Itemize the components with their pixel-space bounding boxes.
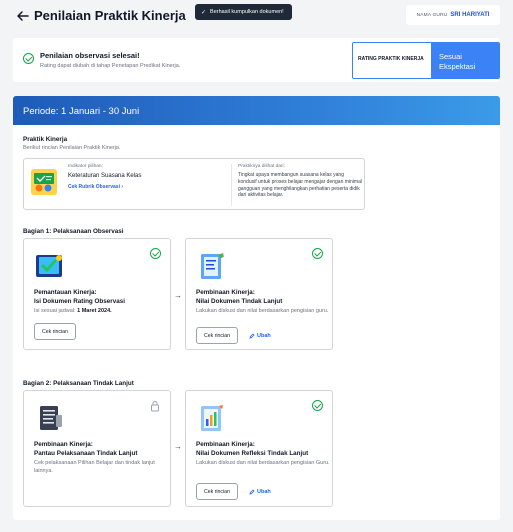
cek-rubrik-link[interactable]: Cek Rubrik Observasi ›: [68, 184, 123, 190]
guru-label: NAMA GURU: [416, 12, 448, 18]
card-desc-date: 1 Maret 2024.: [77, 308, 112, 314]
card-title: Pembinaan Kinerja: Nilai Dokumen Tindak …: [196, 289, 330, 306]
section-title-bagian-1: Bagian 1: Pelaksanaan Observasi: [23, 228, 124, 235]
step-card-pantau-tindak-lanjut: Pembinaan Kinerja: Pantau Pelaksanaan Ti…: [23, 390, 171, 507]
card-title: Pembinaan Kinerja: Pantau Pelaksanaan Ti…: [34, 441, 168, 458]
card-title-line1: Pemantauan Kinerja:: [34, 289, 97, 296]
card-desc-text: Isi sesuai jadwal:: [34, 308, 76, 314]
periode-label: Periode: 1 Januari - 30 Juni: [23, 106, 140, 117]
card-title-line2: Nilai Dokumen Tindak Lanjut: [196, 297, 283, 305]
check-circle-icon: [23, 53, 34, 64]
card-description: Cek pelaksanaan Pilihan Belajar dan tind…: [34, 460, 155, 474]
arrow-right-icon: →: [174, 442, 182, 451]
card-description: Lakukan diskusi dan nilai berdasarkan pe…: [196, 460, 330, 466]
step-card-refleksi-tindak-lanjut: Pembinaan Kinerja: Nilai Dokumen Refleks…: [185, 390, 333, 507]
document-list-icon: [40, 406, 62, 430]
card-title-line2: Nilai Dokumen Refleksi Tindak Lanjut: [196, 449, 309, 457]
check-circle-icon: [150, 248, 161, 259]
rating-label: RATING PRAKTIK KINERJA: [353, 43, 431, 78]
card-title-line1: Pembinaan Kinerja:: [196, 289, 255, 296]
card-title: Pemantauan Kinerja: Isi Dokumen Rating O…: [34, 289, 168, 306]
rating-box: RATING PRAKTIK KINERJA Sesuai Ekspektasi: [352, 42, 500, 79]
pencil-icon: [249, 332, 255, 339]
ubah-link[interactable]: Ubah: [249, 483, 271, 500]
check-circle-icon: [312, 248, 323, 259]
indicator-name: Keteraturan Suasana Kelas: [68, 173, 142, 179]
rating-value: Sesuai Ekspektasi: [431, 43, 499, 78]
card-title-line1: Pembinaan Kinerja:: [34, 441, 93, 448]
cek-rubrik-label: Cek Rubrik Observasi: [68, 184, 120, 190]
check-circle-icon: [312, 400, 323, 411]
cek-rincian-button[interactable]: Cek rincian: [196, 483, 238, 500]
card-description: Lakukan diskusi dan nilai berdasarkan pe…: [196, 308, 329, 314]
guru-name: SRI HARIYATI: [450, 12, 490, 18]
section-title-bagian-2: Bagian 2: Pelaksanaan Tindak Lanjut: [23, 380, 134, 387]
cek-rincian-button[interactable]: Cek rincian: [34, 323, 76, 340]
status-title: Penilaian observasi selesai!: [40, 51, 140, 60]
main-card: Periode: 1 Januari - 30 Juni Praktik Kin…: [13, 96, 500, 520]
card-title-line2: Isi Dokumen Rating Observasi: [34, 297, 125, 305]
top-bar: Penilaian Praktik Kinerja ✓ Berhasil kum…: [0, 0, 513, 32]
divider: [231, 164, 232, 206]
document-chart-icon: [201, 405, 223, 431]
card-title-line2: Pantau Pelaksanaan Tindak Lanjut: [34, 449, 138, 457]
periode-bar: Periode: 1 Januari - 30 Juni: [13, 96, 500, 125]
toast-message: Berhasil kumpulkan dokumen!: [210, 9, 284, 15]
praktik-subtitle: Berikut rincian Penilaian Praktik Kinerj…: [23, 145, 121, 151]
status-subtitle: Rating dapat diubah di tahap Penetapan P…: [40, 63, 181, 69]
page-title: Penilaian Praktik Kinerja: [34, 8, 186, 23]
practice-text: Tingkat upaya membangun suasana kelas ya…: [238, 172, 362, 199]
classroom-illustration-icon: [31, 169, 57, 195]
success-toast: ✓ Berhasil kumpulkan dokumen!: [195, 4, 292, 20]
cek-rincian-button[interactable]: Cek rincian: [196, 327, 238, 344]
chevron-right-icon: ›: [121, 184, 124, 190]
card-description: Isi sesuai jadwal: 1 Maret 2024.: [34, 308, 168, 316]
card-title: Pembinaan Kinerja: Nilai Dokumen Refleks…: [196, 441, 330, 458]
praktik-box: Indikator pilihan: Keteraturan Suasana K…: [23, 158, 365, 210]
step-card-rating-observasi: Pemantauan Kinerja: Isi Dokumen Rating O…: [23, 238, 171, 350]
lock-icon: [151, 401, 159, 412]
practice-label: Praktiknya dilihat dari:: [238, 164, 285, 169]
ubah-label: Ubah: [257, 332, 271, 339]
pencil-icon: [249, 488, 255, 495]
document-notes-icon: [201, 253, 224, 279]
card-title-line1: Pembinaan Kinerja:: [196, 441, 255, 448]
ubah-link[interactable]: Ubah: [249, 327, 271, 344]
document-rating-icon: [36, 255, 62, 277]
guru-info: NAMA GURU SRI HARIYATI: [406, 5, 500, 25]
check-icon: ✓: [201, 9, 207, 16]
ubah-label: Ubah: [257, 488, 271, 495]
status-card: Penilaian observasi selesai! Rating dapa…: [13, 38, 500, 82]
praktik-title: Praktik Kinerja: [23, 136, 68, 143]
arrow-left-icon[interactable]: [16, 9, 30, 23]
step-card-dokumen-tindak-lanjut: Pembinaan Kinerja: Nilai Dokumen Tindak …: [185, 238, 333, 350]
indicator-label: Indikator pilihan:: [68, 164, 103, 169]
arrow-right-icon: →: [174, 291, 182, 300]
